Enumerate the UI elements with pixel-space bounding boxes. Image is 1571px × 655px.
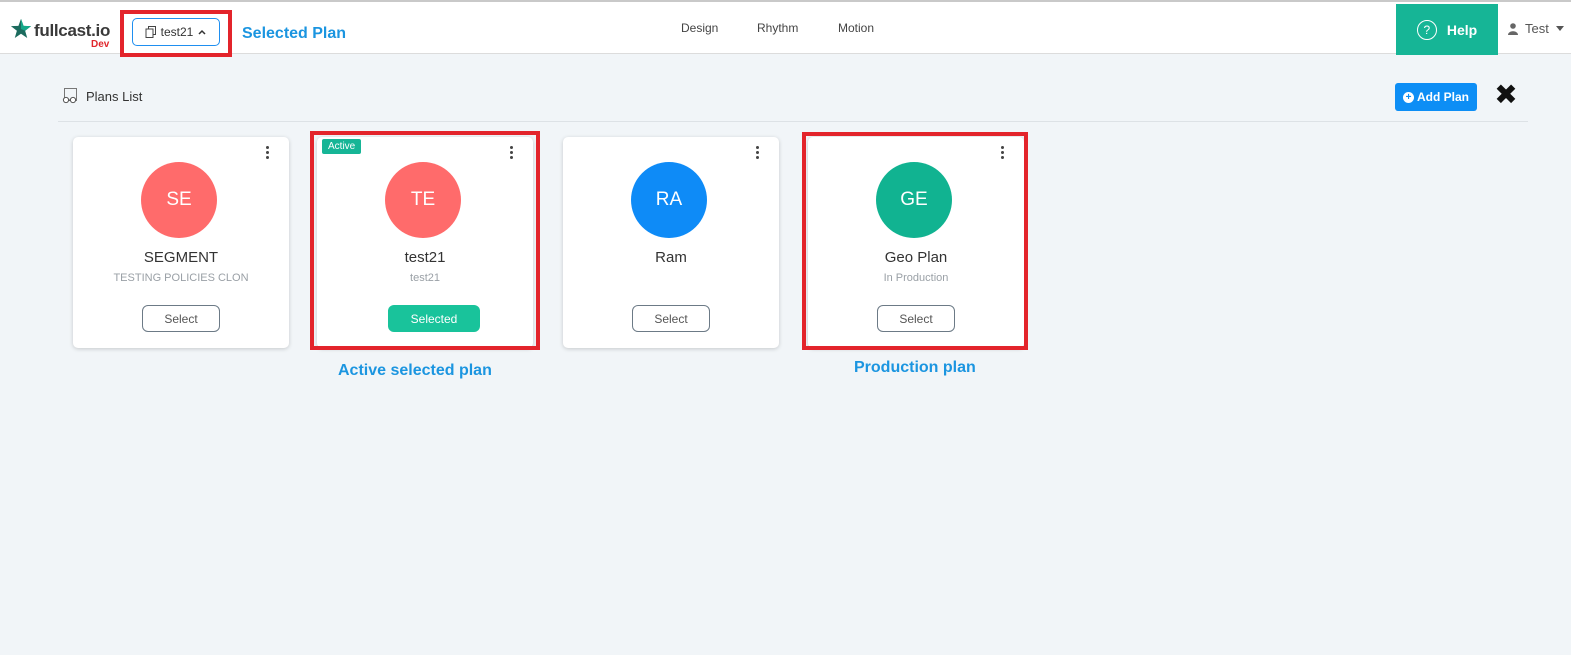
plan-subtitle: TESTING POLICIES CLON — [113, 272, 249, 284]
star-logo-icon — [10, 18, 32, 38]
selected-plan-highlight — [120, 10, 232, 57]
plus-circle-icon: + — [1402, 91, 1414, 103]
page-title-label: Plans List — [86, 88, 143, 104]
plan-avatar: SE — [141, 162, 217, 238]
plan-name: Ram — [655, 249, 687, 266]
nav-rhythm[interactable]: Rhythm — [757, 21, 798, 35]
plan-card[interactable]: SE SEGMENT TESTING POLICIES CLON Select — [73, 137, 289, 348]
more-vertical-icon[interactable] — [265, 146, 271, 160]
help-label: Help — [1446, 21, 1478, 38]
environment-label: Dev — [91, 39, 110, 50]
plan-name: SEGMENT — [143, 249, 219, 266]
plan-avatar: RA — [631, 162, 707, 238]
user-name: Test — [1525, 21, 1549, 36]
active-selected-plan-annotation: Active selected plan — [338, 362, 492, 379]
select-button[interactable]: Select — [632, 305, 710, 332]
top-bar: fullcast.io Dev test21 Design Rhythm Mot… — [0, 0, 1571, 55]
app-logo[interactable]: fullcast.io Dev — [10, 18, 120, 52]
help-button[interactable]: ? Help — [1396, 4, 1498, 55]
nav-design[interactable]: Design — [681, 21, 718, 35]
plan-card[interactable]: RA Ram Select — [563, 137, 779, 348]
logo-text: fullcast.io — [34, 21, 111, 40]
nav-motion[interactable]: Motion — [838, 21, 874, 35]
question-icon: ? — [1416, 19, 1437, 40]
caret-down-icon — [1555, 25, 1564, 31]
add-plan-label: Add Plan — [1416, 90, 1469, 104]
plans-list-icon — [62, 88, 77, 104]
close-icon[interactable]: ✖ — [1493, 81, 1519, 109]
add-plan-button[interactable]: + Add Plan — [1395, 83, 1477, 111]
production-plan-annotation: Production plan — [854, 359, 976, 376]
header-divider — [58, 121, 1528, 122]
selected-plan-annotation: Selected Plan — [242, 25, 347, 42]
production-plan-highlight — [802, 132, 1028, 350]
user-menu[interactable]: Test — [1508, 21, 1564, 36]
active-plan-highlight — [310, 131, 540, 350]
page-title: Plans List — [62, 88, 142, 104]
more-vertical-icon[interactable] — [755, 146, 761, 160]
user-icon — [1508, 22, 1518, 35]
select-button[interactable]: Select — [142, 305, 220, 332]
